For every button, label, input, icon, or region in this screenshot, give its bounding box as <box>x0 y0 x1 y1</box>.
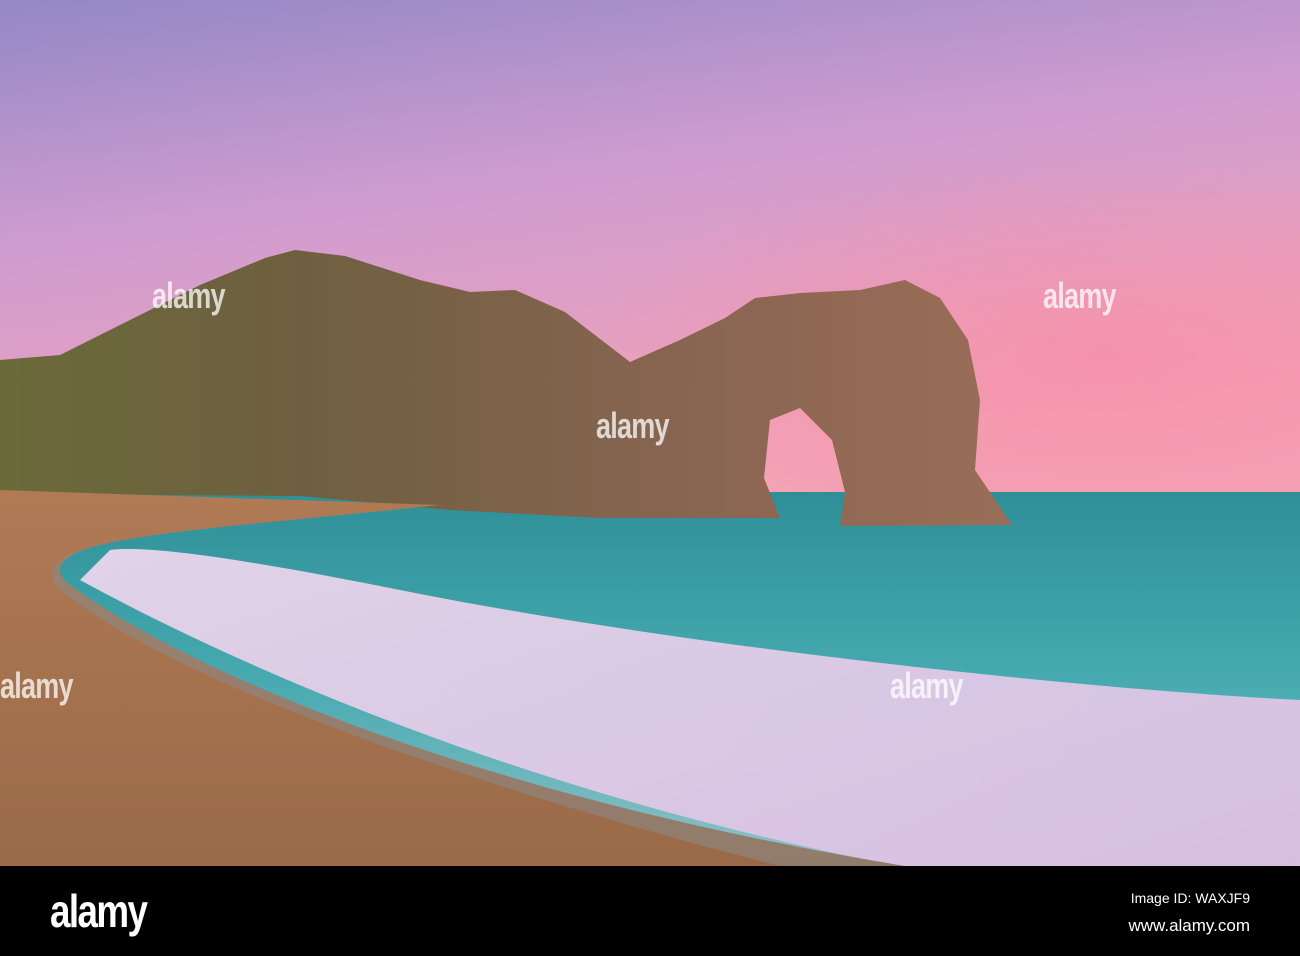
alamy-logo: alamy <box>50 885 148 937</box>
image-id: Image ID: WAXJF9 <box>1130 890 1250 906</box>
stock-photo: alamy alamy alamy alamy alamy alamy Imag… <box>0 0 1300 956</box>
watermark: alamy <box>152 275 226 316</box>
footer-bar: alamy Image ID: WAXJF9 www.alamy.com <box>0 866 1300 956</box>
site-url: www.alamy.com <box>1128 916 1250 935</box>
watermark: alamy <box>890 665 964 706</box>
watermark: alamy <box>0 665 74 706</box>
watermark: alamy <box>1043 275 1117 316</box>
watermark: alamy <box>596 405 670 446</box>
